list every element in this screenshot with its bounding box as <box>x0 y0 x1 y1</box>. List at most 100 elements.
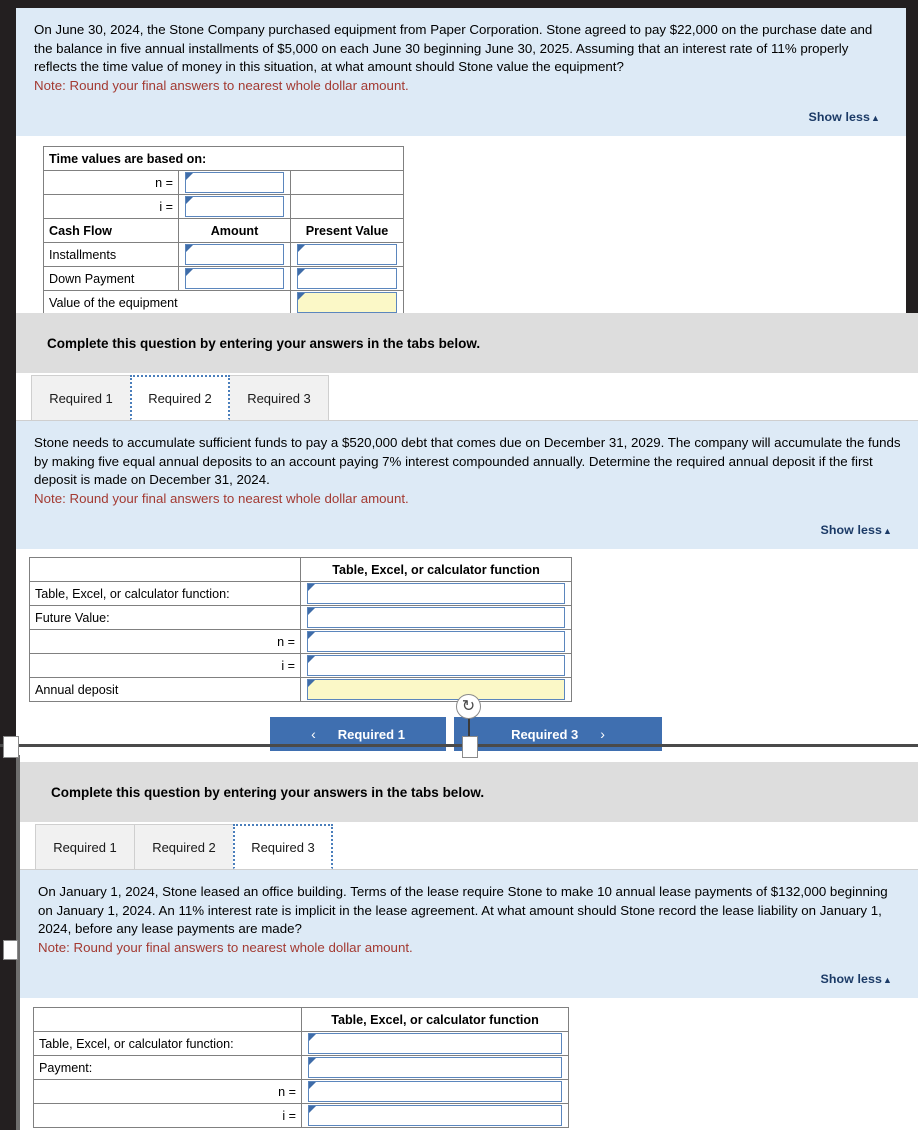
lease-liability-table: Table, Excel, or calculator function Tab… <box>33 1007 569 1128</box>
annual-deposit-table: Table, Excel, or calculator function Tab… <box>29 557 572 702</box>
row-label-installments: Installments <box>43 242 179 267</box>
resize-handle-center[interactable] <box>462 736 478 758</box>
tab-label: Required 2 <box>152 839 216 855</box>
n-input[interactable] <box>185 172 284 193</box>
table-row: Cash Flow Amount Present Value <box>43 218 405 243</box>
time-values-title: Time values are based on: <box>42 146 405 171</box>
show-less-link-one[interactable]: Show less▲ <box>808 110 880 124</box>
tab-required-1-lower[interactable]: Required 1 <box>35 824 135 869</box>
row-label-value-equipment: Value of the equipment <box>43 290 291 313</box>
question-two-box: Stone needs to accumulate sufficient fun… <box>16 421 918 549</box>
down-payment-pv-cell[interactable] <box>289 266 405 291</box>
col-function-two: Table, Excel, or calculator function <box>300 557 572 582</box>
lease-table-wrap: Table, Excel, or calculator function Tab… <box>33 1007 569 1128</box>
show-less-label-three: Show less <box>820 972 882 986</box>
show-less-label-one: Show less <box>808 110 870 124</box>
tab-required-2[interactable]: Required 2 <box>130 375 230 420</box>
show-less-link-two[interactable]: Show less▲ <box>820 523 892 537</box>
down-payment-amount-cell[interactable] <box>178 266 291 291</box>
resize-handle-lower-left[interactable] <box>3 940 18 960</box>
instruction-text-two: Complete this question by entering your … <box>47 335 481 351</box>
installments-amount-input[interactable] <box>185 244 284 265</box>
payment-input-cell[interactable] <box>301 1055 569 1080</box>
n-input-two[interactable] <box>307 631 565 652</box>
installments-amount-cell[interactable] <box>178 242 291 267</box>
future-value-input-cell[interactable] <box>300 605 572 630</box>
table-row: Future Value: <box>29 605 572 630</box>
table-row: Time values are based on: <box>42 146 405 171</box>
tab-label: Required 1 <box>53 839 117 855</box>
row-label-n-three: n = <box>33 1079 302 1104</box>
table-row: i = <box>33 1103 569 1128</box>
refresh-icon[interactable]: ↻ <box>456 694 481 719</box>
question-one-text: On June 30, 2024, the Stone Company purc… <box>34 22 873 74</box>
question-three-box: On January 1, 2024, Stone leased an offi… <box>20 870 918 998</box>
payment-input[interactable] <box>308 1057 562 1078</box>
function-input-two[interactable] <box>307 583 565 604</box>
col-function-three: Table, Excel, or calculator function <box>301 1007 569 1032</box>
resize-handle-left[interactable] <box>3 736 19 758</box>
table-row: n = <box>29 629 572 654</box>
question-one-box: On June 30, 2024, the Stone Company purc… <box>16 8 906 136</box>
n-input-cell-three[interactable] <box>301 1079 569 1104</box>
i-input-two[interactable] <box>307 655 565 676</box>
chevron-right-icon: › <box>600 726 605 742</box>
show-less-row-one: Show less▲ <box>34 108 892 126</box>
n-input-cell-two[interactable] <box>300 629 572 654</box>
show-less-link-three[interactable]: Show less▲ <box>820 972 892 986</box>
i-input-cell-three[interactable] <box>301 1103 569 1128</box>
value-equipment-input[interactable] <box>297 292 398 313</box>
down-payment-amount-input[interactable] <box>185 268 284 289</box>
col-blank-two <box>29 557 301 582</box>
i-input-three[interactable] <box>308 1105 562 1126</box>
row-label-future-value: Future Value: <box>29 605 301 630</box>
show-less-label-two: Show less <box>820 523 882 537</box>
instruction-band-two: Complete this question by entering your … <box>16 313 918 373</box>
tab-required-3-lower[interactable]: Required 3 <box>233 824 333 869</box>
annual-deposit-cell[interactable] <box>300 677 572 702</box>
caret-up-icon: ▲ <box>882 975 892 985</box>
col-cash-flow: Cash Flow <box>43 218 179 243</box>
function-input-cell-two[interactable] <box>300 581 572 606</box>
show-less-row-three: Show less▲ <box>38 970 904 988</box>
row-label-down-payment: Down Payment <box>43 266 179 291</box>
table-row: n = <box>33 1079 569 1104</box>
n-input-cell[interactable] <box>178 170 291 195</box>
down-payment-pv-input[interactable] <box>297 268 398 289</box>
chevron-left-icon: ‹ <box>311 726 316 742</box>
table-row: Down Payment <box>43 266 405 291</box>
question-two-note: Note: Round your final answers to neares… <box>34 490 409 506</box>
installments-pv-input[interactable] <box>297 244 398 265</box>
tab-required-3[interactable]: Required 3 <box>229 375 329 420</box>
value-equipment-cell[interactable] <box>289 290 405 313</box>
function-input-cell-three[interactable] <box>301 1031 569 1056</box>
panel-divider[interactable] <box>0 744 918 747</box>
table-row: Payment: <box>33 1055 569 1080</box>
i-input[interactable] <box>185 196 284 217</box>
time-values-table-wrap: Time values are based on: n = i = Cash F… <box>42 146 405 313</box>
question-two-text: Stone needs to accumulate sufficient fun… <box>34 435 901 487</box>
row-label-function-three: Table, Excel, or calculator function: <box>33 1031 302 1056</box>
next-button-label: Required 3 <box>511 726 579 742</box>
row-label-i-three: i = <box>33 1103 302 1128</box>
future-value-input[interactable] <box>307 607 565 628</box>
table-row: n = <box>43 170 405 195</box>
blank-cell <box>289 170 405 195</box>
right-chrome-rail <box>906 8 918 313</box>
function-input-three[interactable] <box>308 1033 562 1054</box>
instruction-band-three: Complete this question by entering your … <box>20 762 918 822</box>
table-row: Table, Excel, or calculator function <box>33 1007 569 1032</box>
n-input-three[interactable] <box>308 1081 562 1102</box>
tab-required-2-lower[interactable]: Required 2 <box>134 824 234 869</box>
i-input-cell-two[interactable] <box>300 653 572 678</box>
i-input-cell[interactable] <box>178 194 291 219</box>
question-panel-one: On June 30, 2024, the Stone Company purc… <box>16 8 906 313</box>
question-three-text: On January 1, 2024, Stone leased an offi… <box>38 884 888 936</box>
table-row: Annual deposit <box>29 677 572 702</box>
annual-deposit-input[interactable] <box>307 679 565 700</box>
installments-pv-cell[interactable] <box>289 242 405 267</box>
caret-up-icon: ▲ <box>870 113 880 123</box>
table-row: i = <box>43 194 405 219</box>
tab-required-1[interactable]: Required 1 <box>31 375 131 420</box>
col-blank-three <box>33 1007 302 1032</box>
